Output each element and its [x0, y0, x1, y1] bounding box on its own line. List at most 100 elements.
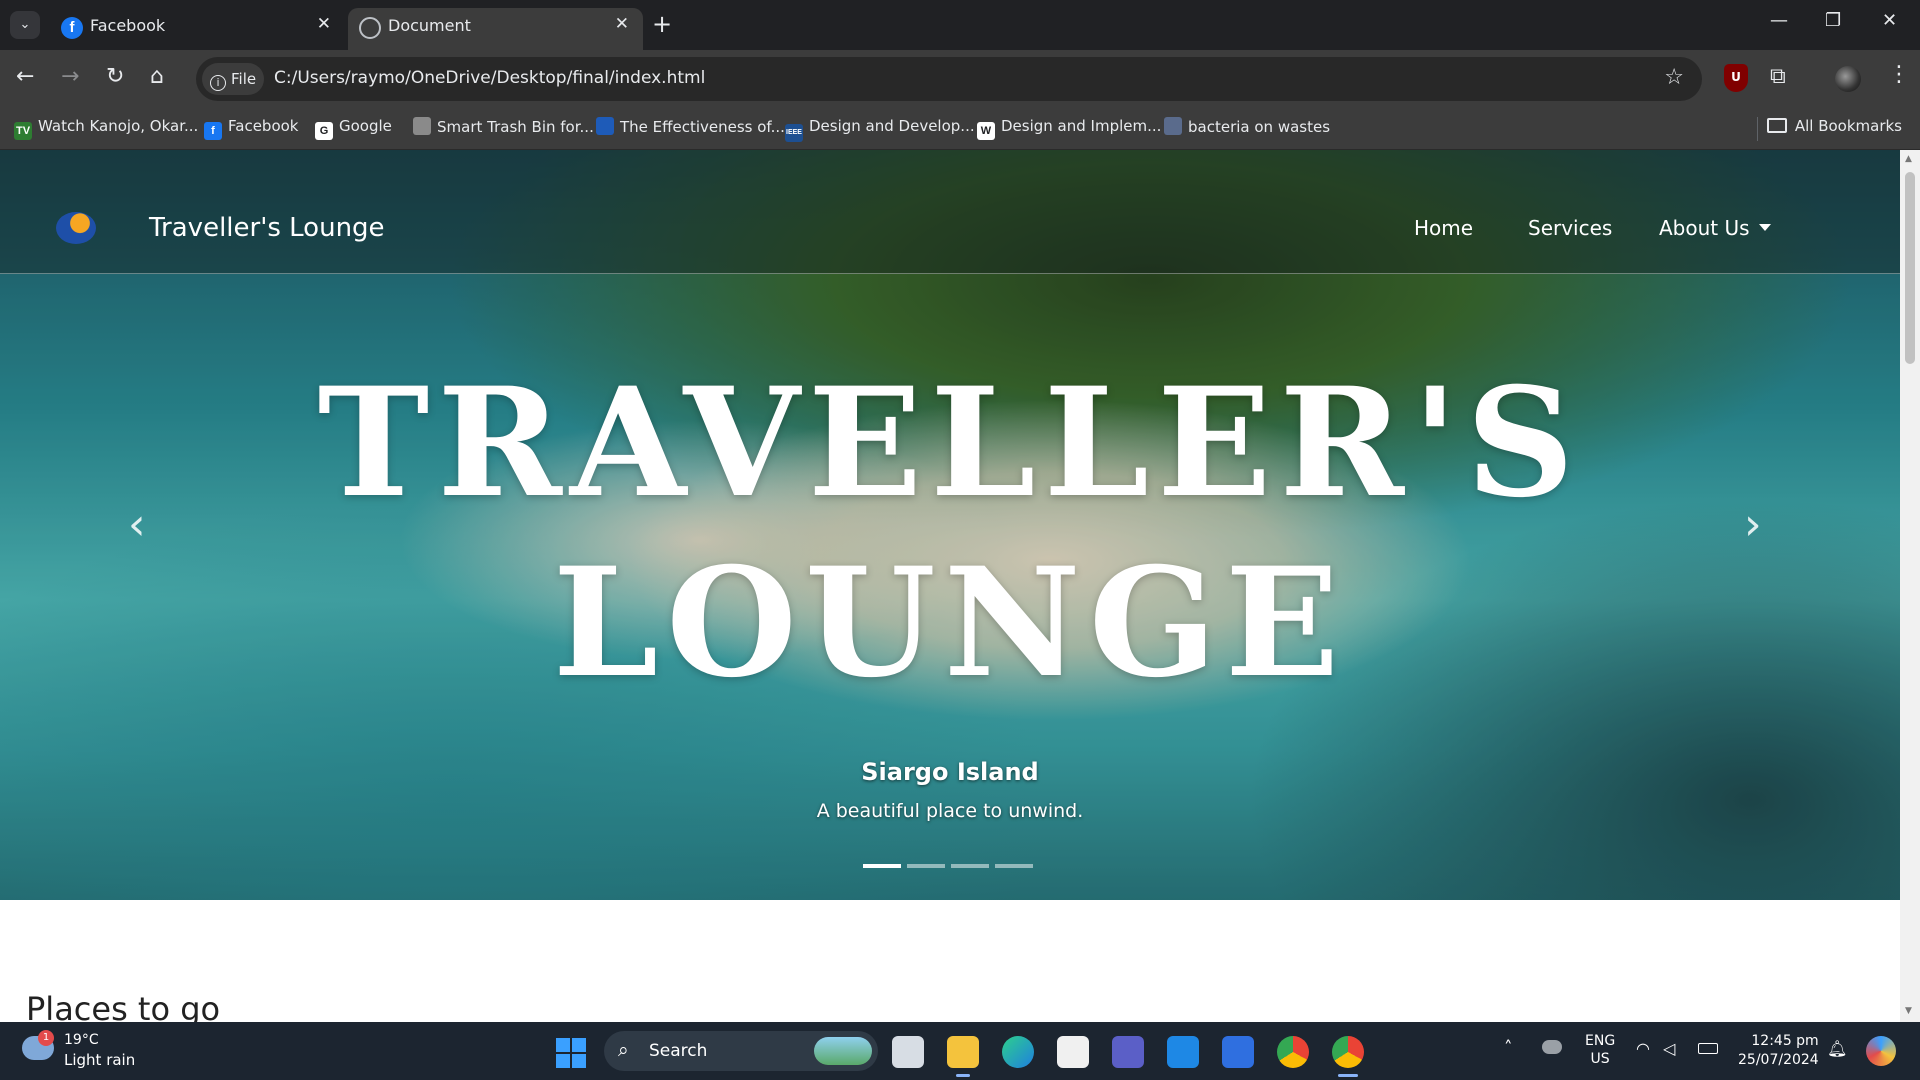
extensions-puzzle-icon[interactable]: ⧉ — [1770, 64, 1786, 89]
close-tab-icon[interactable]: ✕ — [615, 14, 629, 34]
site-logo-icon[interactable] — [56, 212, 96, 244]
url-text[interactable]: C:/Users/raymo/OneDrive/Desktop/final/in… — [274, 68, 705, 88]
site-brand[interactable]: Traveller's Lounge — [149, 213, 385, 243]
scrollbar-thumb[interactable] — [1905, 172, 1915, 364]
teams-icon[interactable] — [1112, 1036, 1144, 1068]
bookmark-label: Design and Implem... — [1001, 117, 1162, 135]
minimize-icon[interactable]: — — [1770, 10, 1788, 31]
tab-title: Document — [388, 16, 471, 35]
onedrive-icon[interactable] — [1542, 1040, 1562, 1054]
file-chip-label: File — [231, 70, 257, 88]
file-explorer-icon[interactable] — [947, 1036, 979, 1068]
bookmark-item[interactable]: The Effectiveness of... — [596, 117, 785, 136]
nav-about-us-dropdown[interactable]: About Us — [1659, 216, 1771, 240]
browser-window: ⌄ f Facebook ✕ Document ✕ + — ❐ ✕ ← → ↻ … — [0, 0, 1920, 1022]
bookmark-star-icon[interactable]: ☆ — [1664, 65, 1684, 90]
bookmark-label: bacteria on wastes — [1188, 118, 1331, 136]
bookmarks-separator — [1757, 117, 1758, 141]
file-explorer-indicator — [956, 1074, 970, 1077]
volume-icon[interactable]: ◁ — [1663, 1039, 1675, 1058]
bookmark-item[interactable]: bacteria on wastes — [1164, 117, 1330, 136]
reload-icon[interactable]: ↻ — [106, 65, 124, 89]
all-bookmarks-label: All Bookmarks — [1794, 117, 1902, 135]
tab-facebook[interactable]: f Facebook ✕ — [50, 8, 345, 50]
carousel-indicator[interactable] — [863, 864, 901, 868]
all-bookmarks-button[interactable]: All Bookmarks — [1766, 117, 1902, 135]
battery-icon[interactable] — [1698, 1043, 1718, 1054]
tab-document[interactable]: Document ✕ — [348, 8, 643, 50]
tv-icon: TV — [14, 122, 32, 140]
restore-icon[interactable]: ❐ — [1825, 10, 1841, 31]
bookmark-item[interactable]: G Google — [315, 117, 392, 140]
bookmark-item[interactable]: Smart Trash Bin for... — [413, 117, 594, 136]
weather-desc: Light rain — [64, 1051, 136, 1069]
taskbar-search[interactable]: ⌕ Search — [604, 1031, 878, 1071]
bookmark-label: Facebook — [228, 117, 299, 135]
forward-icon[interactable]: → — [61, 65, 79, 89]
taskbar: 1 19°C Light rain ⌕ Search ˄ ENG US ◠ ◁ … — [0, 1022, 1920, 1080]
edge-icon[interactable] — [1002, 1036, 1034, 1068]
vscode-icon[interactable] — [1167, 1036, 1199, 1068]
site-navbar: Traveller's Lounge Home Services About U… — [0, 150, 1900, 274]
task-view-icon[interactable] — [892, 1036, 924, 1068]
store-icon[interactable] — [1057, 1036, 1089, 1068]
bookmark-item[interactable]: f Facebook — [204, 117, 298, 140]
caret-down-icon — [1758, 224, 1771, 231]
ublock-extension-icon[interactable]: U — [1724, 64, 1748, 92]
wifi-icon[interactable]: ◠ — [1636, 1039, 1650, 1058]
info-icon: i — [210, 75, 226, 91]
chrome-active-icon[interactable] — [1332, 1036, 1364, 1068]
carousel-indicator[interactable] — [907, 864, 945, 868]
home-icon[interactable]: ⌂ — [150, 65, 164, 89]
copilot-icon[interactable] — [1866, 1036, 1896, 1066]
language-line-1: ENG — [1585, 1033, 1616, 1049]
windows-start-icon[interactable] — [556, 1038, 586, 1068]
carousel-indicator[interactable] — [995, 864, 1033, 868]
carousel-prev-icon[interactable]: ‹ — [128, 499, 146, 550]
site-icon — [1164, 117, 1182, 135]
bookmark-item[interactable]: TV Watch Kanojo, Okar... — [14, 117, 198, 140]
site-info-chip[interactable]: i File — [202, 63, 264, 95]
clock[interactable]: 12:45 pm 25/07/2024 — [1738, 1032, 1819, 1070]
clock-time: 12:45 pm — [1751, 1033, 1819, 1049]
bookmark-item[interactable]: IEEE Design and Develop... — [785, 117, 975, 142]
globe-icon — [359, 17, 381, 39]
scroll-up-icon[interactable]: ▲ — [1905, 154, 1912, 164]
menu-kebab-icon[interactable]: ⋮ — [1888, 62, 1910, 87]
tab-search-button[interactable]: ⌄ — [10, 11, 40, 39]
hero-carousel: Traveller's Lounge Home Services About U… — [0, 150, 1900, 900]
address-bar[interactable]: i File C:/Users/raymo/OneDrive/Desktop/fi… — [196, 57, 1702, 101]
browser-toolbar: ← → ↻ ⌂ i File C:/Users/raymo/OneDrive/De… — [0, 50, 1920, 108]
tab-strip: ⌄ f Facebook ✕ Document ✕ + — ❐ ✕ — [0, 0, 1920, 50]
carousel-indicators — [863, 864, 1039, 868]
wikipedia-icon: W — [977, 122, 995, 140]
bookmark-label: The Effectiveness of... — [620, 118, 785, 136]
tab-title: Facebook — [90, 16, 166, 35]
close-window-icon[interactable]: ✕ — [1882, 10, 1897, 31]
search-highlight-image — [814, 1037, 872, 1065]
bookmark-item[interactable]: W Design and Implem... — [977, 117, 1161, 140]
new-tab-button[interactable]: + — [652, 10, 672, 38]
scroll-down-icon[interactable]: ▼ — [1905, 1006, 1912, 1016]
notification-bell-icon[interactable]: 🔔︎ — [1827, 1039, 1847, 1058]
close-tab-icon[interactable]: ✕ — [317, 14, 331, 34]
language-indicator[interactable]: ENG US — [1585, 1032, 1615, 1068]
bookmark-label: Watch Kanojo, Okar... — [38, 117, 199, 135]
page-scrollbar[interactable]: ▲ ▼ — [1900, 150, 1920, 1022]
ieee-icon: IEEE — [785, 124, 803, 142]
profile-avatar[interactable] — [1835, 66, 1861, 92]
chrome-icon[interactable] — [1277, 1036, 1309, 1068]
back-icon[interactable]: ← — [16, 65, 34, 89]
nav-services-link[interactable]: Services — [1528, 216, 1612, 240]
search-icon: ⌕ — [618, 1039, 629, 1061]
hero-title-line-2: LOUNGE — [552, 535, 1348, 711]
facebook-icon: f — [204, 122, 222, 140]
nav-home-link[interactable]: Home — [1414, 216, 1473, 240]
show-hidden-icons-chevron[interactable]: ˄ — [1504, 1038, 1513, 1058]
slide-caption: A beautiful place to unwind. — [816, 800, 1084, 822]
carousel-next-icon[interactable]: › — [1744, 499, 1762, 550]
nav-about-us-label: About Us — [1659, 216, 1750, 240]
carousel-indicator[interactable] — [951, 864, 989, 868]
taskbar-search-label: Search — [649, 1041, 708, 1061]
app-icon[interactable] — [1222, 1036, 1254, 1068]
